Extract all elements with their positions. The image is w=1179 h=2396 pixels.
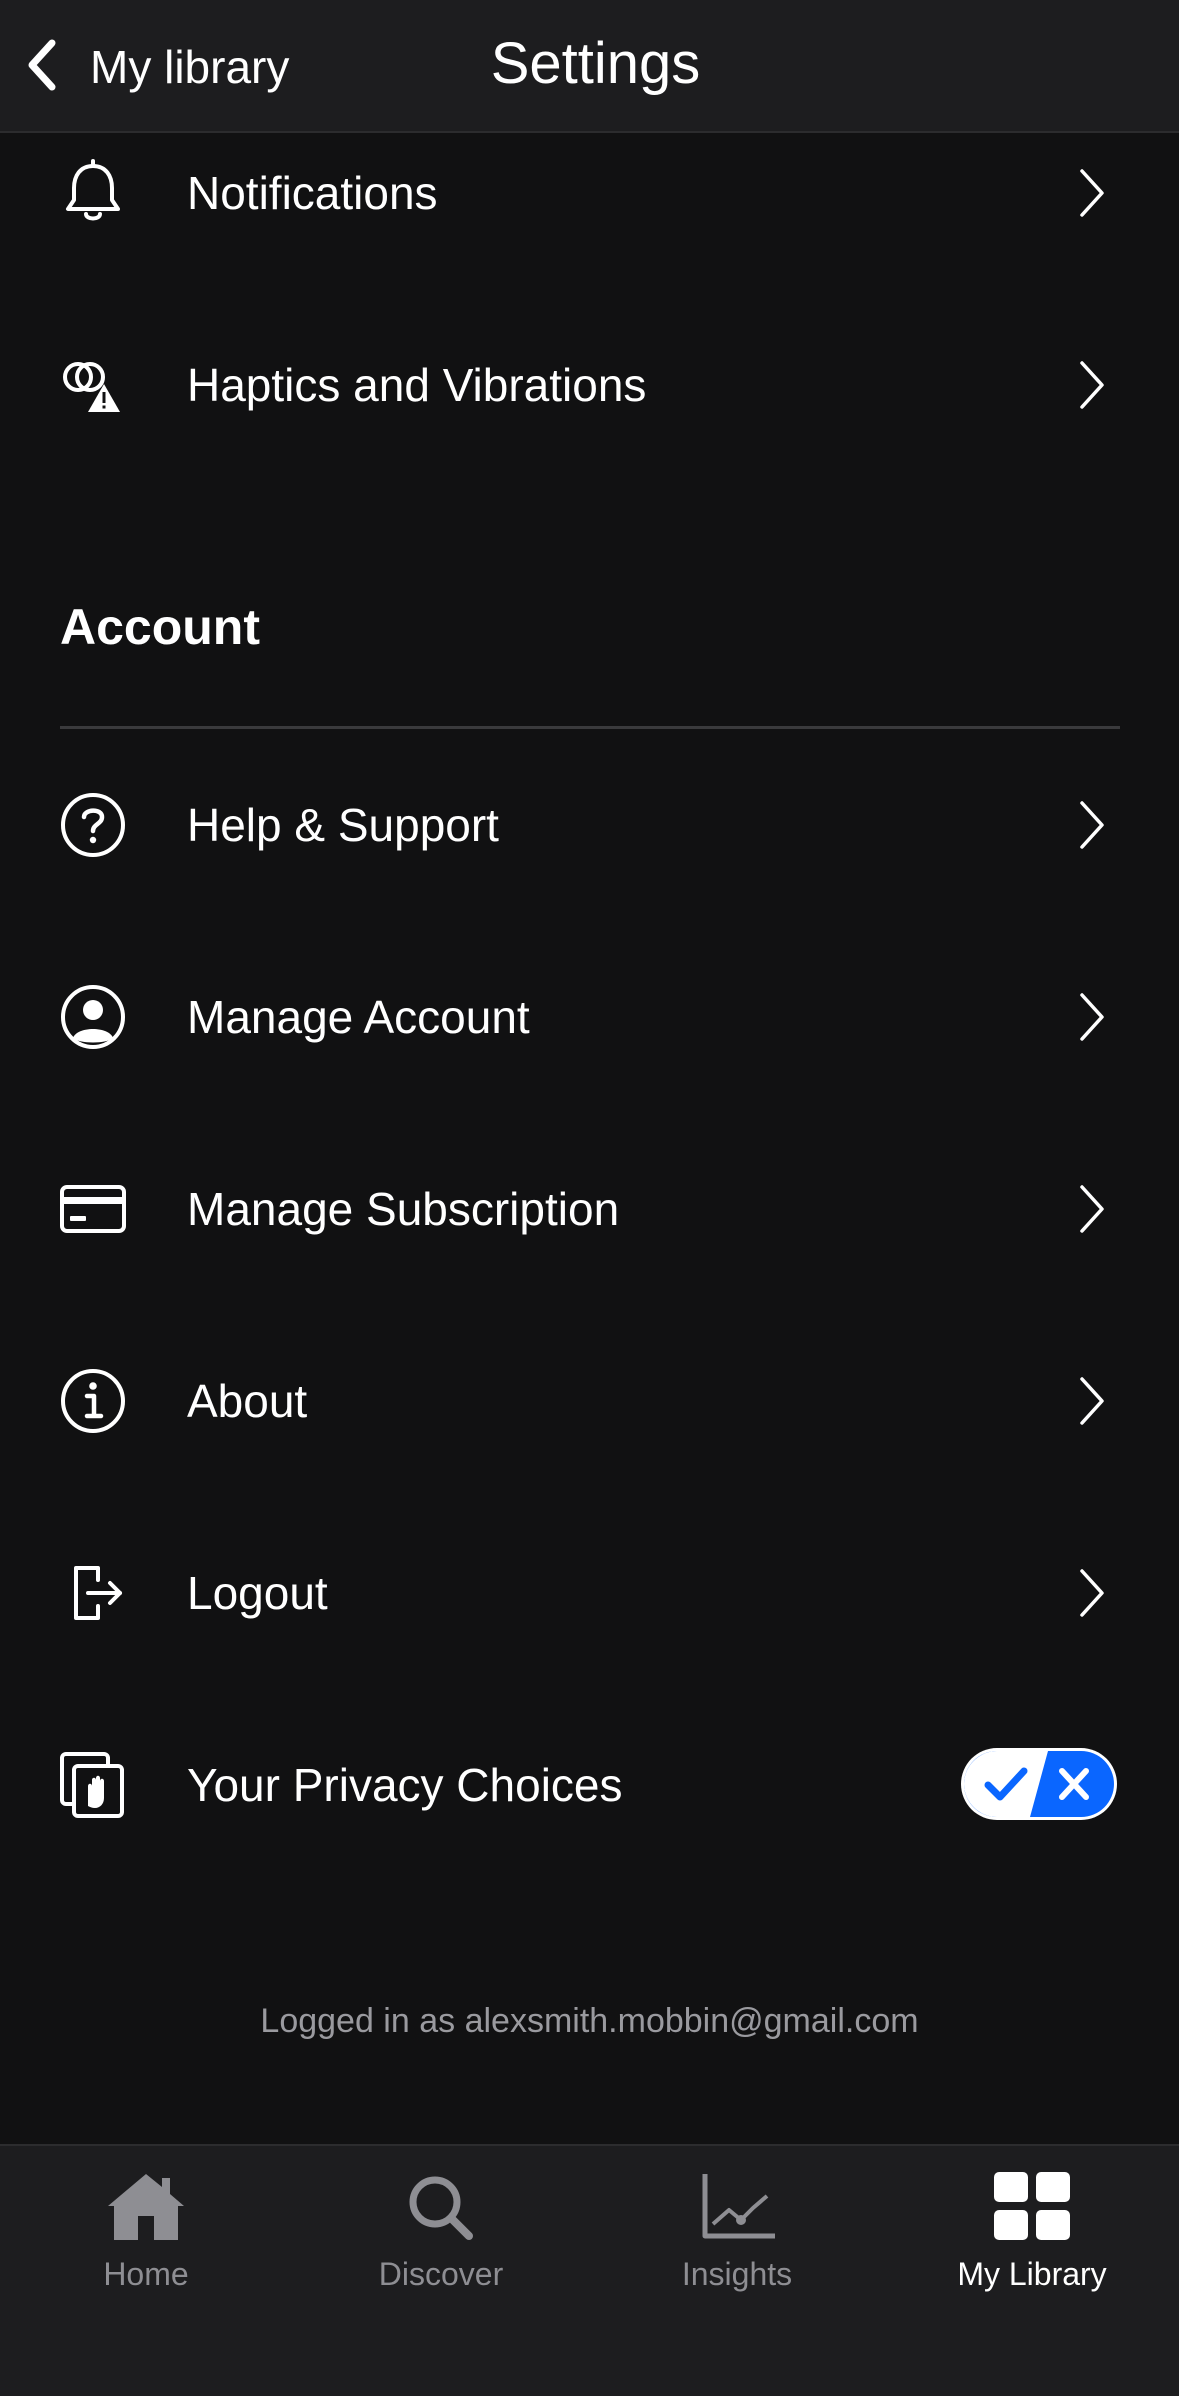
privacy-hand-icon: [58, 1750, 128, 1820]
logout-icon: [58, 1558, 128, 1628]
privacy-options-toggle-icon: [961, 1748, 1117, 1820]
bell-icon: [58, 158, 128, 228]
section-divider: [60, 726, 1120, 729]
settings-row-label: Manage Subscription: [187, 1183, 620, 1235]
credit-card-icon: [58, 1174, 128, 1244]
tab-label: My Library: [957, 2256, 1107, 2292]
settings-row-label: Notifications: [187, 167, 438, 219]
chevron-right-icon: [1074, 797, 1110, 853]
tab-label: Discover: [378, 2256, 504, 2292]
tab-my-library[interactable]: My Library: [902, 2168, 1162, 2318]
chevron-right-icon: [1074, 1565, 1110, 1621]
chevron-right-icon: [1074, 357, 1110, 413]
help-circle-icon: [58, 790, 128, 860]
tab-insights[interactable]: Insights: [607, 2168, 867, 2318]
grid-icon: [994, 2172, 1070, 2240]
tab-label: Insights: [681, 2256, 793, 2292]
settings-row-notifications[interactable]: Notifications: [0, 113, 1179, 273]
chevron-right-icon: [1074, 989, 1110, 1045]
settings-row-logout[interactable]: Logout: [0, 1513, 1179, 1673]
info-circle-icon: [58, 1366, 128, 1436]
settings-row-help-support[interactable]: Help & Support: [0, 745, 1179, 905]
settings-row-about[interactable]: About: [0, 1321, 1179, 1481]
user-circle-icon: [58, 982, 128, 1052]
home-icon: [108, 2174, 184, 2240]
chart-line-icon: [702, 2174, 775, 2239]
haptics-warning-icon: [58, 350, 128, 420]
logged-in-email: Logged in as alexsmith.mobbin@gmail.com: [260, 2002, 919, 2040]
tab-home[interactable]: Home: [16, 2168, 276, 2318]
chevron-right-icon: [1074, 165, 1110, 221]
section-title-account: Account: [60, 599, 260, 655]
tab-discover[interactable]: Discover: [311, 2168, 571, 2318]
settings-row-label: Help & Support: [187, 799, 499, 851]
settings-row-label: About: [187, 1375, 308, 1427]
settings-row-manage-subscription[interactable]: Manage Subscription: [0, 1129, 1179, 1289]
page-title: Settings: [490, 31, 701, 96]
chevron-right-icon: [1074, 1373, 1110, 1429]
settings-row-manage-account[interactable]: Manage Account: [0, 937, 1179, 1097]
settings-row-label: Logout: [187, 1567, 328, 1619]
settings-row-label: Manage Account: [187, 991, 530, 1043]
privacy-options-toggle[interactable]: [960, 1747, 1118, 1821]
bottom-tab-bar: Home Discover Insights My Library: [0, 2144, 1179, 2396]
settings-row-label: Haptics and Vibrations: [187, 359, 647, 411]
settings-row-haptics[interactable]: Haptics and Vibrations: [0, 305, 1179, 465]
settings-row-label: Your Privacy Choices: [187, 1759, 623, 1811]
tab-label: Home: [103, 2256, 189, 2292]
search-icon: [409, 2176, 473, 2240]
chevron-right-icon: [1074, 1181, 1110, 1237]
